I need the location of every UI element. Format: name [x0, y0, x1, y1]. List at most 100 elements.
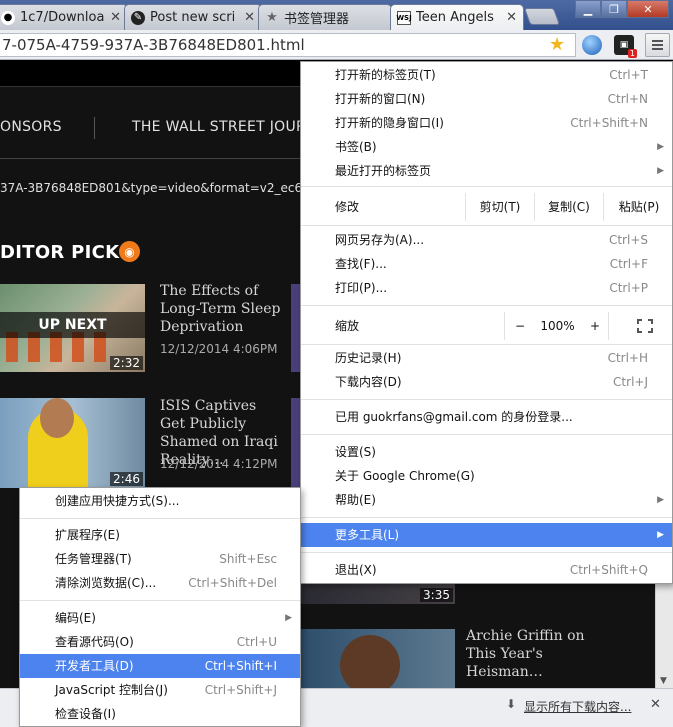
menu-item-view-source[interactable]: 查看源代码(O) Ctrl+U — [20, 630, 300, 654]
menu-item-save-as[interactable]: 网页另存为(A)... Ctrl+S — [301, 228, 672, 252]
menu-item-more-tools[interactable]: 更多工具(L) ▶ — [301, 523, 672, 547]
paste-button[interactable]: 粘贴(P) — [603, 193, 673, 221]
zoom-out-button[interactable]: − — [505, 312, 535, 340]
scroll-down-icon[interactable]: ▼ — [660, 676, 667, 686]
menu-edit-row: 修改 剪切(T) 复制(C) 粘贴(P) — [301, 193, 672, 221]
menu-item-encoding[interactable]: 编码(E) ▶ — [20, 606, 300, 630]
submenu-arrow-icon: ▶ — [657, 530, 664, 540]
tab-bookmark-manager[interactable]: ★ 书签管理器 — [258, 4, 392, 30]
github-icon: ● — [1, 10, 15, 25]
menu-item-extensions[interactable]: 扩展程序(E) — [20, 523, 300, 547]
header-bar — [0, 61, 300, 87]
restore-button[interactable]: ❐ — [601, 0, 627, 18]
menu-separator — [301, 434, 672, 435]
globe-icon[interactable] — [582, 35, 602, 55]
menu-item-find[interactable]: 查找(F)... Ctrl+F — [301, 252, 672, 276]
show-all-downloads-link[interactable]: 显示所有下载内容... — [524, 698, 631, 715]
tab-post-new-script[interactable]: ✎ Post new scri ✕ — [124, 4, 262, 30]
tab-strip: ● 1c7/Downloa ✕ ✎ Post new scri ✕ ★ 书签管理… — [0, 0, 673, 30]
tab-title: Post new scri — [150, 10, 236, 25]
menu-item-inspect-devices[interactable]: 检查设备(I) — [20, 702, 300, 726]
minimize-button[interactable]: ▁ — [575, 0, 601, 18]
video-thumbnail[interactable]: UP NEXT 2:32 — [0, 284, 145, 372]
menu-item-dev-tools[interactable]: 开发者工具(D) Ctrl+Shift+I — [20, 654, 300, 678]
video-thumbnail[interactable]: 2:46 — [0, 398, 145, 488]
menu-item-about[interactable]: 关于 Google Chrome(G) — [301, 464, 672, 488]
menu-item-new-tab[interactable]: 打开新的标签页(T) Ctrl+T — [301, 63, 672, 87]
submenu-arrow-icon: ▶ — [657, 166, 664, 176]
menu-separator — [301, 225, 672, 226]
cut-button[interactable]: 剪切(T) — [465, 193, 534, 221]
nav-sponsors[interactable]: ONSORS — [0, 119, 62, 135]
submenu-arrow-icon: ▶ — [285, 613, 292, 623]
menu-item-downloads[interactable]: 下载内容(D) Ctrl+J — [301, 370, 672, 394]
article-title[interactable]: The Effects of Long-Term Sleep Deprivati… — [160, 282, 285, 336]
edit-label: 修改 — [335, 200, 360, 214]
article-title[interactable]: Archie Griffin on This Year's Heisman… — [466, 627, 606, 681]
close-icon[interactable]: ✕ — [506, 10, 517, 25]
close-window-button[interactable]: ✕ — [627, 0, 669, 18]
close-icon[interactable]: ✕ — [244, 10, 255, 25]
menu-separator — [20, 518, 300, 519]
new-tab-button[interactable] — [523, 8, 561, 25]
divider — [0, 158, 300, 159]
menu-item-recent-tabs[interactable]: 最近打开的标签页 ▶ — [301, 159, 672, 183]
greasy-monkey-icon: ✎ — [131, 10, 145, 25]
chrome-menu-button[interactable] — [645, 33, 670, 57]
toolbar: 7-075A-4759-937A-3B76848ED801.html ★ ▣ 1 — [0, 30, 673, 60]
tab-title: 书签管理器 — [284, 12, 350, 27]
menu-item-settings[interactable]: 设置(S) — [301, 440, 672, 464]
bookmark-star-icon[interactable]: ★ — [549, 34, 565, 55]
submenu-arrow-icon: ▶ — [657, 142, 664, 152]
article-date: 12/12/2014 4:06PM — [160, 342, 278, 356]
menu-zoom-row: 缩放 − 100% + — [301, 312, 672, 340]
rss-icon[interactable]: ◉ — [119, 241, 140, 262]
scrollbar[interactable]: ▼ — [655, 581, 673, 688]
menu-item-new-window[interactable]: 打开新的窗口(N) Ctrl+N — [301, 87, 672, 111]
article-date: 12/12/2014 4:12PM — [160, 457, 278, 471]
address-bar[interactable]: 7-075A-4759-937A-3B76848ED801.html — [0, 33, 576, 57]
menu-separator — [301, 305, 672, 306]
embed-url: 37A-3B76848ED801&type=video&format=v2_ec… — [0, 181, 310, 195]
editor-picks-heading: DITOR PICKS — [0, 242, 133, 263]
menu-separator — [301, 344, 672, 345]
nav-divider — [94, 117, 95, 139]
video-duration: 3:35 — [420, 588, 453, 602]
close-icon[interactable]: ✕ — [650, 697, 661, 712]
zoom-controls: − 100% + — [504, 312, 609, 340]
menu-item-create-shortcut[interactable]: 创建应用快捷方式(S)... — [20, 489, 300, 513]
hamburger-icon — [652, 40, 663, 42]
tab-teen-angels[interactable]: WSJ Teen Angels ✕ — [390, 4, 524, 30]
menu-item-history[interactable]: 历史记录(H) Ctrl+H — [301, 346, 672, 370]
star-icon: ★ — [266, 10, 278, 25]
copy-button[interactable]: 复制(C) — [534, 193, 603, 221]
video-thumbnail[interactable] — [300, 629, 455, 688]
nav-wsj[interactable]: THE WALL STREET JOUR — [132, 119, 306, 135]
menu-separator — [301, 186, 672, 187]
chrome-main-menu: 打开新的标签页(T) Ctrl+T 打开新的窗口(N) Ctrl+N 打开新的隐身窗… — [300, 61, 673, 584]
menu-item-print[interactable]: 打印(P)... Ctrl+P — [301, 276, 672, 300]
fullscreen-icon[interactable] — [637, 319, 653, 333]
tab-title: Teen Angels — [416, 10, 494, 25]
menu-separator — [301, 399, 672, 400]
menu-item-js-console[interactable]: JavaScript 控制台(J) Ctrl+Shift+J — [20, 678, 300, 702]
zoom-in-button[interactable]: + — [580, 312, 610, 340]
up-next-overlay: UP NEXT — [0, 312, 145, 338]
menu-item-incognito[interactable]: 打开新的隐身窗口(I) Ctrl+Shift+N — [301, 111, 672, 135]
menu-item-exit[interactable]: 退出(X) Ctrl+Shift+Q — [301, 558, 672, 582]
menu-separator — [301, 517, 672, 518]
menu-item-help[interactable]: 帮助(E) ▶ — [301, 488, 672, 512]
more-tools-submenu: 创建应用快捷方式(S)... 扩展程序(E) 任务管理器(T) Shift+Esc… — [19, 487, 301, 727]
submenu-arrow-icon: ▶ — [657, 495, 664, 505]
menu-item-signed-in[interactable]: 已用 guokrfans@gmail.com 的身份登录... — [301, 405, 672, 429]
extension-icon[interactable]: ▣ 1 — [614, 35, 637, 58]
video-duration: 2:32 — [110, 356, 143, 370]
menu-item-clear-data[interactable]: 清除浏览数据(C)... Ctrl+Shift+Del — [20, 571, 300, 595]
tab-github[interactable]: ● 1c7/Downloa ✕ — [0, 4, 128, 30]
badge-icon: 1 — [627, 49, 637, 58]
menu-item-bookmarks[interactable]: 书签(B) ▶ — [301, 135, 672, 159]
window-controls: ▁ ❐ ✕ — [575, 0, 669, 18]
tab-title: 1c7/Downloa — [20, 10, 105, 25]
close-icon[interactable]: ✕ — [110, 10, 121, 25]
menu-item-task-manager[interactable]: 任务管理器(T) Shift+Esc — [20, 547, 300, 571]
